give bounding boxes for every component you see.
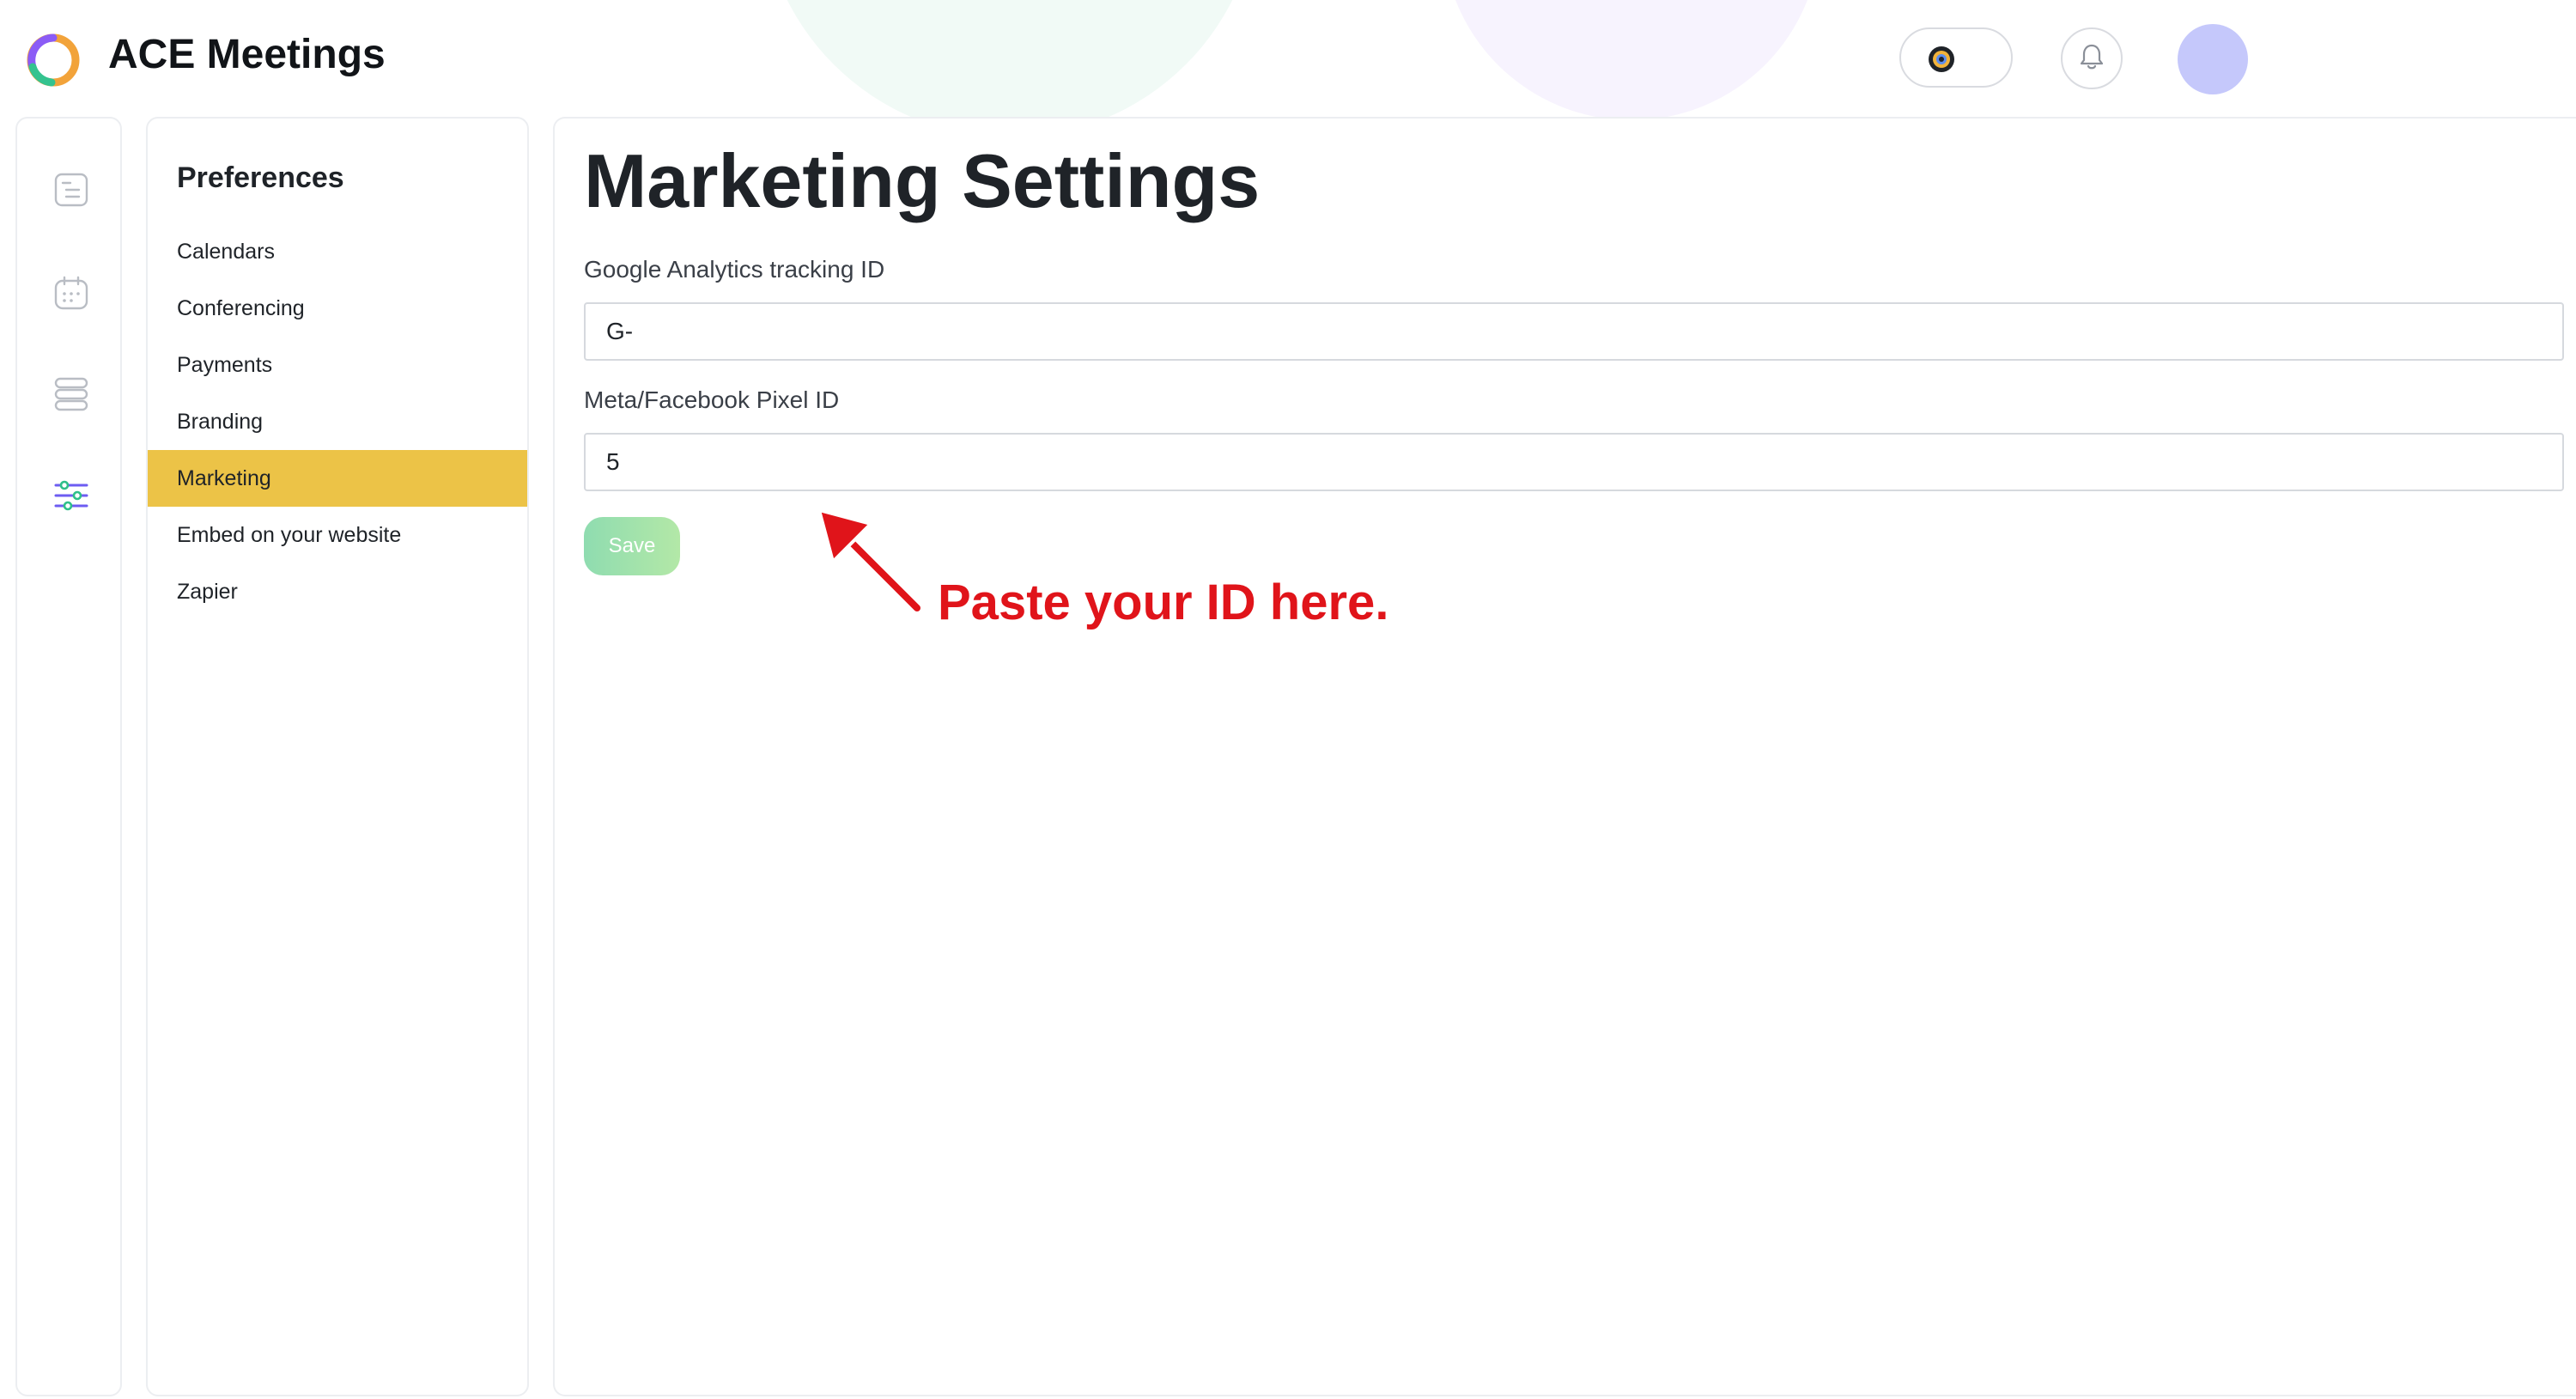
rail-item-calendar[interactable] (52, 275, 91, 314)
icon-rail (15, 117, 122, 1396)
theme-toggle[interactable] (1899, 27, 2013, 88)
facebook-pixel-id-input[interactable] (584, 433, 2564, 491)
calendar-icon (53, 275, 89, 315)
theme-toggle-icon (1927, 45, 1956, 74)
rail-item-stack[interactable] (52, 376, 91, 416)
top-header: ACE Meetings (0, 0, 2576, 117)
facebook-pixel-id-label: Meta/Facebook Pixel ID (584, 386, 840, 413)
preferences-title: Preferences (177, 161, 344, 194)
user-avatar[interactable] (2178, 24, 2248, 94)
stack-icon (53, 376, 89, 417)
save-button[interactable]: Save (584, 517, 680, 575)
sidebar-item-conferencing[interactable]: Conferencing (148, 280, 527, 337)
rail-item-documents[interactable] (52, 172, 91, 211)
page-title: Marketing Settings (584, 138, 1261, 223)
sidebar-item-marketing[interactable]: Marketing (148, 450, 527, 507)
sliders-icon (53, 477, 89, 518)
app-title: ACE Meetings (108, 32, 386, 77)
preferences-sidebar: Preferences Calendars Conferencing Payme… (146, 117, 529, 1396)
rail-item-settings[interactable] (52, 477, 91, 517)
annotation-arrow-icon (817, 508, 924, 615)
ace-logo-icon[interactable] (26, 33, 81, 88)
document-list-icon (53, 172, 89, 212)
main-content: Marketing Settings Google Analytics trac… (553, 117, 2576, 1396)
ga-tracking-id-label: Google Analytics tracking ID (584, 256, 885, 283)
sidebar-item-calendars[interactable]: Calendars (148, 223, 527, 280)
sidebar-item-branding[interactable]: Branding (148, 393, 527, 450)
preferences-list: Calendars Conferencing Payments Branding… (148, 223, 527, 620)
ga-tracking-id-input[interactable] (584, 302, 2564, 361)
notifications-button[interactable] (2061, 27, 2123, 89)
sidebar-item-embed[interactable]: Embed on your website (148, 507, 527, 563)
sidebar-item-zapier[interactable]: Zapier (148, 563, 527, 620)
bell-icon (2079, 43, 2105, 75)
app-page: ACE Meetings Preferences Calendars Confe… (0, 0, 2576, 1399)
sidebar-item-payments[interactable]: Payments (148, 337, 527, 393)
annotation-callout: Paste your ID here. (938, 575, 1389, 630)
